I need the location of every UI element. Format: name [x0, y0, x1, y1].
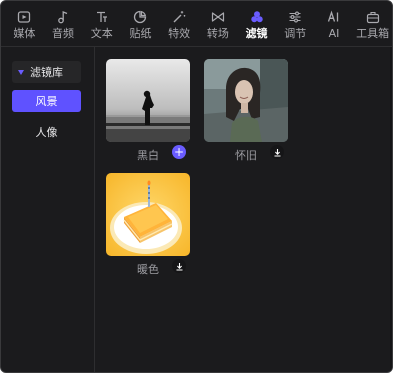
tab-media-label: 媒体	[13, 27, 36, 40]
tab-toolbox[interactable]: 工具箱	[353, 1, 392, 47]
sidebar-item-portrait[interactable]: 人像	[12, 121, 81, 143]
tab-sticker-label: 贴纸	[129, 27, 152, 40]
tab-text[interactable]: 文本	[82, 1, 121, 47]
filter-label: 黑白	[137, 149, 159, 162]
filter-card-bw[interactable]: + 黑白	[106, 59, 190, 163]
tab-adjust[interactable]: 调节	[276, 1, 315, 47]
caret-down-icon	[18, 69, 24, 75]
tab-media[interactable]: 媒体	[5, 1, 44, 47]
tab-sticker[interactable]: 贴纸	[121, 1, 160, 47]
tab-toolbox-label: 工具箱	[356, 27, 390, 40]
sticker-icon	[132, 9, 148, 25]
tab-audio[interactable]: 音频	[44, 1, 83, 47]
transition-icon	[210, 9, 226, 25]
filter-label: 暖色	[137, 263, 159, 276]
text-icon	[94, 9, 110, 25]
sidebar-item-label: 人像	[35, 126, 58, 139]
scrollbar-track[interactable]	[390, 47, 392, 372]
sliders-icon	[287, 9, 303, 25]
toolbox-icon	[365, 9, 381, 25]
tab-filter-label: 滤镜	[245, 27, 268, 40]
ai-icon	[326, 9, 342, 25]
filter-category-sidebar: 滤镜库 风景 人像	[1, 47, 95, 372]
filter-thumbnail	[204, 59, 288, 142]
music-note-icon	[55, 9, 71, 25]
tab-audio-label: 音频	[52, 27, 75, 40]
tab-filter[interactable]: 滤镜	[237, 1, 276, 47]
filter-thumbnail	[106, 173, 190, 256]
filter-thumbnail	[106, 59, 190, 142]
magic-wand-icon	[171, 9, 187, 25]
filter-card-vintage[interactable]: 怀旧	[204, 59, 288, 163]
tab-text-label: 文本	[90, 27, 113, 40]
filter-icon	[249, 9, 265, 25]
sidebar-item-landscape[interactable]: 风景	[12, 90, 81, 112]
filter-label: 怀旧	[235, 149, 257, 162]
sidebar-item-label: 风景	[35, 95, 58, 108]
media-icon	[16, 9, 32, 25]
tab-ai[interactable]: AI	[315, 1, 354, 47]
tab-adjust-label: 调节	[284, 27, 307, 40]
tab-ai-label: AI	[328, 27, 340, 40]
filter-library-label: 滤镜库	[30, 66, 63, 79]
top-toolbar: 媒体 音频 文本 贴纸 特效 转场 滤镜 调节 AI 工具箱	[1, 1, 392, 47]
tab-transition[interactable]: 转场	[199, 1, 238, 47]
filter-panel: 媒体 音频 文本 贴纸 特效 转场 滤镜 调节 AI 工具箱 滤镜库 风景 人像…	[0, 0, 393, 373]
filter-card-warm[interactable]: 暖色	[106, 173, 190, 277]
filter-library-header[interactable]: 滤镜库	[12, 61, 81, 83]
tab-transition-label: 转场	[206, 27, 229, 40]
tab-effects-label: 特效	[168, 27, 191, 40]
tab-effects[interactable]: 特效	[160, 1, 199, 47]
